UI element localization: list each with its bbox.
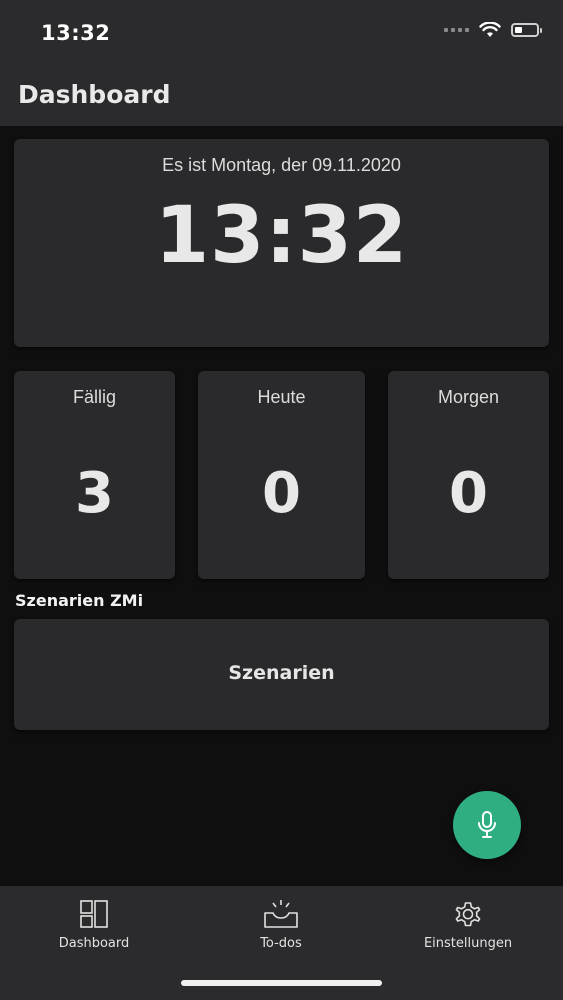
voice-input-button[interactable]: [453, 791, 521, 859]
microphone-icon: [478, 811, 496, 838]
stat-card-heute[interactable]: Heute 0: [198, 371, 365, 579]
scenarios-section-title: Szenarien ZMi: [15, 591, 144, 610]
tab-label: To-dos: [260, 936, 302, 951]
home-indicator: [181, 980, 382, 986]
battery-icon: [511, 23, 542, 37]
wifi-icon: [479, 22, 501, 37]
stat-card-morgen[interactable]: Morgen 0: [388, 371, 549, 579]
stat-label: Heute: [257, 387, 306, 407]
dashboard-icon: [80, 900, 108, 928]
stat-card-faellig[interactable]: Fällig 3: [14, 371, 175, 579]
tab-label: Einstellungen: [423, 936, 513, 951]
stat-label: Fällig: [72, 387, 116, 407]
page-title: Dashboard: [18, 80, 171, 109]
todos-tray-icon: [264, 900, 298, 928]
current-date-text: Es ist Montag, der 09.11.2020: [162, 155, 401, 175]
cellular-signal-icon: [444, 28, 469, 32]
tab-todos[interactable]: To-dos: [225, 886, 337, 966]
app-header: Dashboard: [0, 66, 563, 126]
clock-card: Es ist Montag, der 09.11.2020 13:32: [14, 139, 549, 347]
tab-einstellungen[interactable]: Einstellungen: [408, 886, 528, 966]
stat-label: Morgen: [437, 387, 500, 407]
stat-value: 0: [262, 461, 301, 526]
stat-value: 3: [75, 461, 114, 526]
tab-dashboard[interactable]: Dashboard: [38, 886, 150, 966]
scenarios-button-label: Szenarien: [228, 662, 335, 684]
status-bar: 13:32: [0, 0, 563, 66]
stat-value: 0: [449, 461, 488, 526]
current-time-display: 13:32: [154, 191, 409, 281]
status-time: 13:32: [41, 21, 111, 45]
scenarios-button[interactable]: Szenarien: [14, 619, 549, 730]
status-icons: [444, 22, 542, 38]
tab-label: Dashboard: [58, 936, 130, 951]
gear-icon: [455, 902, 481, 927]
